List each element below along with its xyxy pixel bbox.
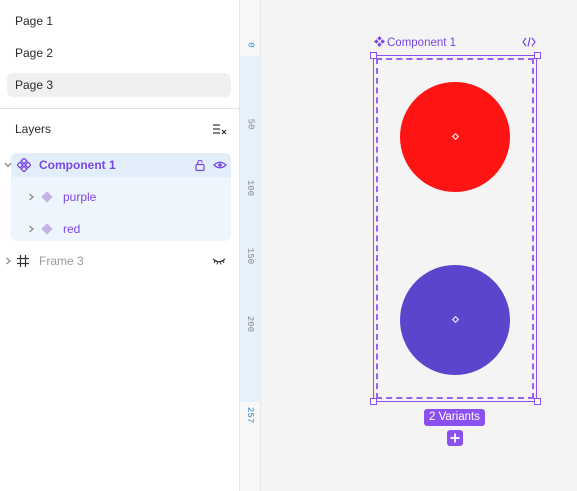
ruler-label-150: 150 <box>245 247 256 265</box>
pages-divider <box>0 108 240 109</box>
variant-diamond-icon <box>41 191 53 203</box>
ruler-label-0: 0 <box>245 42 256 48</box>
layer-label-frame: Frame 3 <box>39 254 84 268</box>
component-frame-title[interactable]: Component 1 <box>374 36 456 49</box>
ruler-selection-range <box>240 56 261 402</box>
layers-menu-icon[interactable] <box>211 121 227 137</box>
ruler-label-end: 257 <box>245 406 256 424</box>
layer-row-red[interactable]: red <box>11 217 231 241</box>
component-title-label: Component 1 <box>387 37 457 49</box>
vertical-ruler: 0 50 100 150 200 257 <box>240 0 261 491</box>
code-icon[interactable] <box>522 36 536 48</box>
chevron-down-icon[interactable] <box>3 160 13 170</box>
layer-row-component[interactable]: Component 1 <box>4 153 231 177</box>
design-canvas[interactable]: Component 1 2 Variants <box>261 0 577 491</box>
page-item-3[interactable]: Page 3 <box>7 73 231 97</box>
layer-label-purple: purple <box>63 190 97 204</box>
component-icon <box>17 158 31 172</box>
page-item-1[interactable]: Page 1 <box>7 9 231 33</box>
chevron-right-icon[interactable] <box>26 224 36 234</box>
chevron-right-icon[interactable] <box>3 256 13 266</box>
resize-handle-bottom-left[interactable] <box>370 398 377 405</box>
layer-row-frame[interactable]: Frame 3 <box>0 249 240 273</box>
left-sidebar: Page 1 Page 2 Page 3 Layers Component 1 <box>0 0 240 491</box>
add-variant-button[interactable] <box>447 430 463 446</box>
ruler-label-100: 100 <box>245 179 256 197</box>
page-item-2[interactable]: Page 2 <box>7 41 231 65</box>
layers-title: Layers <box>15 122 52 136</box>
resize-handle-bottom-right[interactable] <box>534 398 541 405</box>
ruler-label-200: 200 <box>245 315 256 333</box>
frame-hash-icon <box>17 255 29 267</box>
resize-handle-top-right[interactable] <box>534 52 541 59</box>
lock-icon[interactable] <box>193 158 207 172</box>
component-icon <box>374 36 385 47</box>
layer-label-component: Component 1 <box>39 158 116 172</box>
component-layer-group: Component 1 purple red <box>4 153 231 241</box>
chevron-right-icon[interactable] <box>26 192 36 202</box>
plus-icon <box>450 433 460 443</box>
layer-label-red: red <box>63 222 81 236</box>
ruler-label-50: 50 <box>245 118 256 130</box>
eye-closed-icon[interactable] <box>212 254 226 268</box>
eye-icon[interactable] <box>213 158 227 172</box>
resize-handle-top-left[interactable] <box>370 52 377 59</box>
variants-badge[interactable]: 2 Variants <box>424 409 485 426</box>
variant-diamond-icon <box>41 223 53 235</box>
layer-row-purple[interactable]: purple <box>11 185 231 209</box>
